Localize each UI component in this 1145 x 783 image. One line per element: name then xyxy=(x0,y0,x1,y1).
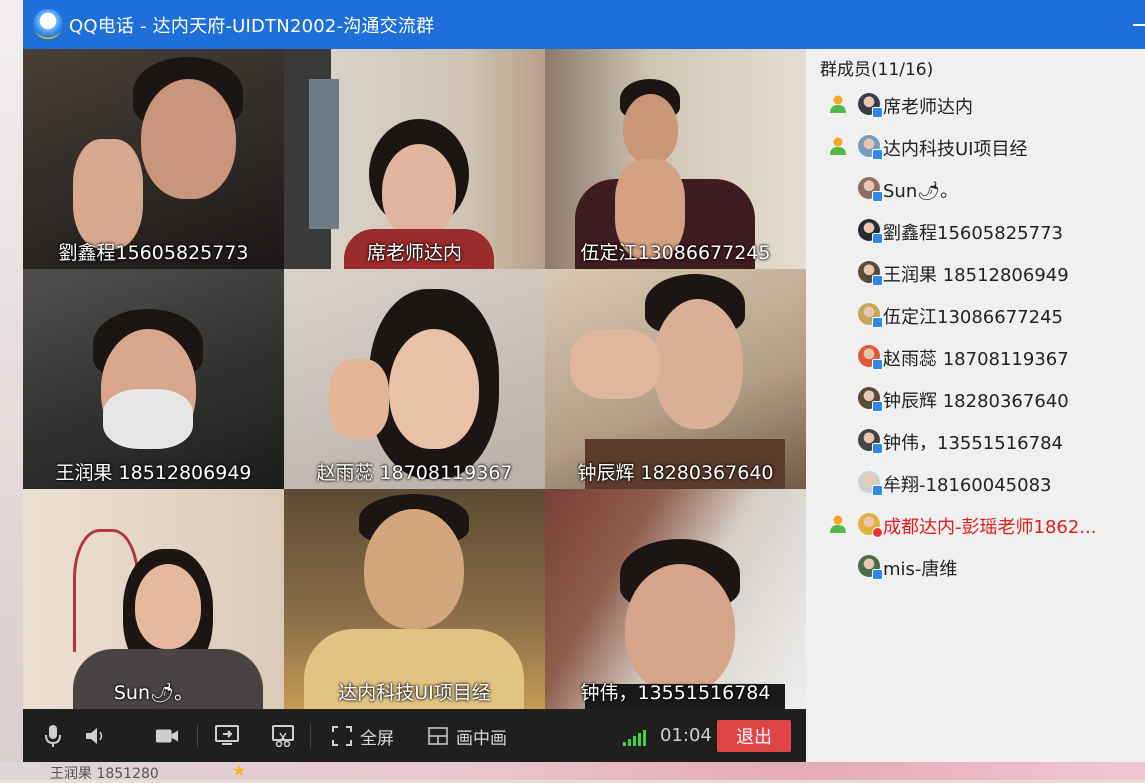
video-name-label: 席老师达内 xyxy=(366,242,462,264)
member-row[interactable]: 赵雨蕊 18708119367 xyxy=(806,336,1145,378)
member-name: 席老师达内 xyxy=(883,97,973,118)
video-name-label: Sun🌶。 xyxy=(113,682,194,704)
device-badge-icon xyxy=(872,107,883,118)
member-name: 成都达内-彭瑶老师1862... xyxy=(883,517,1097,538)
call-toolbar: 全屏 画中画 01:04 退出 xyxy=(23,710,806,762)
member-name: Sun🌶。 xyxy=(883,181,959,202)
admin-user-icon xyxy=(828,136,848,156)
window-title: QQ电话 - 达内天府-UIDTN2002-沟通交流群 xyxy=(69,16,435,37)
exit-call-button[interactable]: 退出 xyxy=(717,720,791,752)
minimize-icon[interactable] xyxy=(1133,24,1145,26)
camera-button[interactable] xyxy=(155,710,179,762)
member-row[interactable]: 成都达内-彭瑶老师1862... xyxy=(806,504,1145,546)
video-name-label: 钟辰辉 18280367640 xyxy=(577,462,774,484)
fullscreen-button[interactable]: 全屏 xyxy=(330,710,394,762)
qq-call-window: QQ电话 - 达内天府-UIDTN2002-沟通交流群 劉鑫程156058257… xyxy=(23,0,1145,762)
device-badge-icon xyxy=(872,401,883,412)
fullscreen-icon xyxy=(330,724,354,748)
device-badge-icon xyxy=(872,233,883,244)
desktop-background xyxy=(0,0,23,780)
picture-in-picture-label: 画中画 xyxy=(456,728,507,749)
member-name: 赵雨蕊 18708119367 xyxy=(883,349,1069,370)
member-row[interactable]: 王润果 18512806949 xyxy=(806,252,1145,294)
admin-user-icon xyxy=(828,94,848,114)
device-badge-icon xyxy=(872,359,883,370)
video-name-label: 钟伟，13551516784 xyxy=(580,682,771,704)
device-badge-icon xyxy=(872,317,883,328)
member-name: 钟伟，13551516784 xyxy=(883,433,1063,454)
device-badge-icon xyxy=(872,191,883,202)
video-name-label: 劉鑫程15605825773 xyxy=(58,242,249,264)
member-row[interactable]: 钟伟，13551516784 xyxy=(806,420,1145,462)
member-name: mis-唐维 xyxy=(883,559,958,580)
video-tile[interactable]: Sun🌶。 xyxy=(23,489,284,709)
video-name-label: 伍定江13086677245 xyxy=(580,242,771,264)
toolbar-divider xyxy=(197,724,198,748)
video-tile[interactable]: 达内科技UI项目经 xyxy=(284,489,545,709)
video-tile[interactable]: 席老师达内 xyxy=(284,49,545,269)
screenshot-button[interactable] xyxy=(271,710,295,762)
video-name-label: 达内科技UI项目经 xyxy=(338,682,491,704)
star-icon: ★ xyxy=(232,761,247,780)
device-badge-icon xyxy=(872,149,883,160)
video-tile[interactable]: 赵雨蕊 18708119367 xyxy=(284,269,545,489)
video-tile[interactable]: 钟辰辉 18280367640 xyxy=(545,269,806,489)
member-name: 牟翔-18160045083 xyxy=(883,475,1052,496)
microphone-icon xyxy=(41,724,65,748)
member-name: 钟辰辉 18280367640 xyxy=(883,391,1069,412)
toolbar-divider xyxy=(310,724,311,748)
device-badge-icon xyxy=(872,485,883,496)
member-row[interactable]: 劉鑫程15605825773 xyxy=(806,210,1145,252)
member-name: 王润果 18512806949 xyxy=(883,265,1069,286)
video-tile[interactable]: 钟伟，13551516784 xyxy=(545,489,806,709)
picture-in-picture-button[interactable]: 画中画 xyxy=(426,710,507,762)
video-name-label: 王润果 18512806949 xyxy=(55,462,252,484)
signal-strength-icon xyxy=(623,728,651,746)
member-row[interactable]: 席老师达内 xyxy=(806,84,1145,126)
speaker-icon xyxy=(83,724,107,748)
member-row[interactable]: 钟辰辉 18280367640 xyxy=(806,378,1145,420)
background-window-text: 王润果 1851280 xyxy=(50,766,159,782)
member-name: 劉鑫程15605825773 xyxy=(883,223,1063,244)
video-name-label: 赵雨蕊 18708119367 xyxy=(316,462,513,484)
picture-in-picture-icon xyxy=(426,724,450,748)
video-tile[interactable]: 劉鑫程15605825773 xyxy=(23,49,284,269)
title-bar[interactable]: QQ电话 - 达内天府-UIDTN2002-沟通交流群 xyxy=(23,0,1145,49)
admin-user-icon xyxy=(828,514,848,534)
call-timer: 01:04 xyxy=(660,725,712,746)
video-grid: 劉鑫程15605825773 席老师达内 伍定江13086677245 王润果 … xyxy=(23,49,806,710)
background-window-strip xyxy=(0,762,1145,780)
muted-badge-icon xyxy=(872,527,883,538)
qq-phone-logo-icon xyxy=(33,9,63,39)
member-count-title: 群成员(11/16) xyxy=(820,60,934,80)
device-badge-icon xyxy=(872,275,883,286)
member-name: 伍定江13086677245 xyxy=(883,307,1063,328)
screen-share-icon xyxy=(215,724,239,748)
member-row[interactable]: Sun🌶。 xyxy=(806,168,1145,210)
member-list-panel: 群成员(11/16) 席老师达内达内科技UI项目经 Sun🌶。劉鑫程1560582… xyxy=(806,49,1145,762)
video-tile[interactable]: 伍定江13086677245 xyxy=(545,49,806,269)
device-badge-icon xyxy=(872,569,883,580)
member-row[interactable]: 牟翔-18160045083 xyxy=(806,462,1145,504)
member-row[interactable]: 达内科技UI项目经 xyxy=(806,126,1145,168)
scissors-screenshot-icon xyxy=(271,724,295,748)
video-tile[interactable]: 王润果 18512806949 xyxy=(23,269,284,489)
video-camera-icon xyxy=(155,724,179,748)
member-row[interactable]: mis-唐维 xyxy=(806,546,1145,588)
screen-share-button[interactable] xyxy=(215,710,239,762)
member-row[interactable]: 伍定江13086677245 xyxy=(806,294,1145,336)
fullscreen-label: 全屏 xyxy=(360,728,394,749)
microphone-button[interactable] xyxy=(41,710,65,762)
device-badge-icon xyxy=(872,443,883,454)
speaker-button[interactable] xyxy=(83,710,107,762)
member-name: 达内科技UI项目经 xyxy=(883,139,1028,160)
